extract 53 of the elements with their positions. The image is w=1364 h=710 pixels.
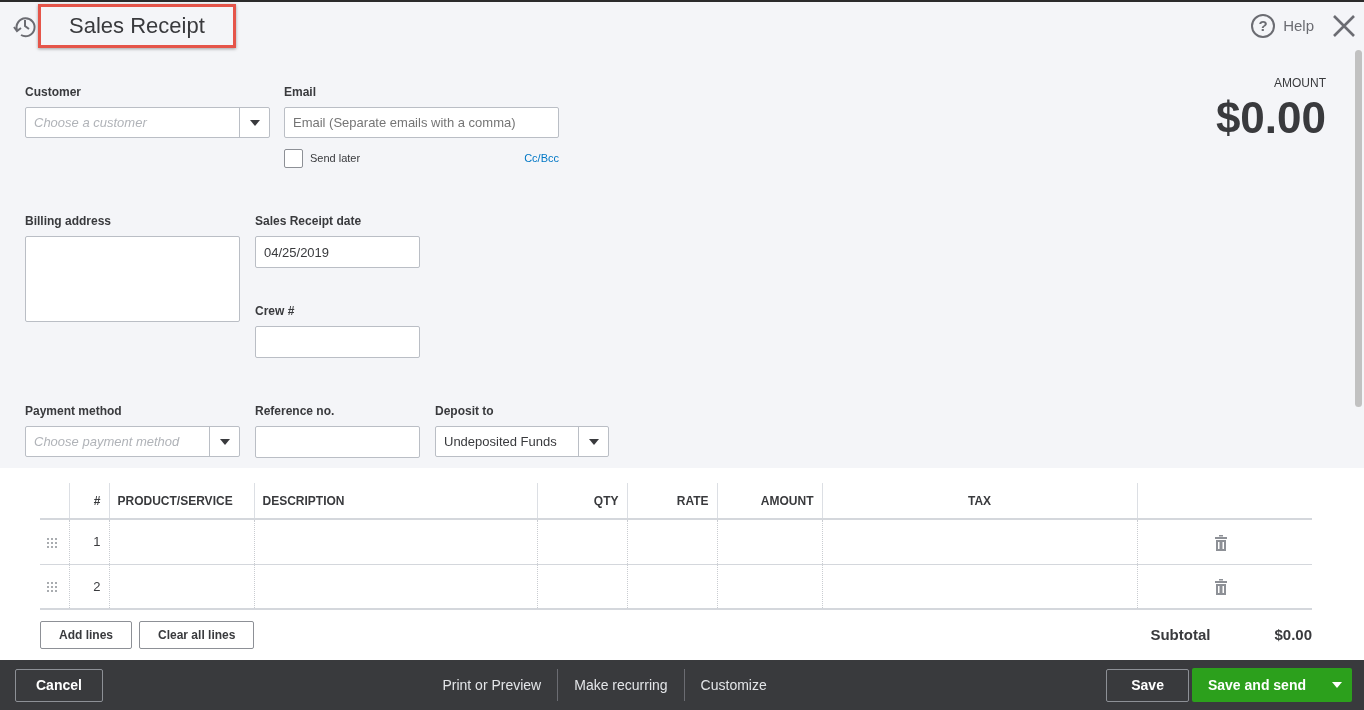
drag-handle-icon[interactable] bbox=[46, 581, 58, 594]
column-header: # bbox=[69, 483, 109, 519]
amount-label: AMOUNT bbox=[1273, 75, 1326, 92]
caret-icon bbox=[1332, 682, 1342, 688]
placeholder-text: Choose a customer bbox=[33, 113, 149, 132]
row-number: 1 bbox=[93, 534, 101, 549]
cancel-button[interactable]: Cancel bbox=[15, 668, 103, 702]
field-label: Crew # bbox=[255, 303, 296, 320]
column-header: AMOUNT bbox=[717, 483, 822, 519]
date-field[interactable]: 04/25/2019 bbox=[255, 236, 420, 268]
column-header: TAX bbox=[822, 483, 1137, 519]
email-field[interactable]: Email (Separate emails with a comma) bbox=[284, 107, 559, 138]
field-value: Undeposited Funds bbox=[443, 432, 558, 451]
help-link[interactable]: Help bbox=[1283, 14, 1314, 38]
scrollbar[interactable] bbox=[1355, 50, 1362, 407]
caret-icon bbox=[588, 438, 599, 445]
crew-field[interactable] bbox=[255, 326, 420, 358]
add-lines-button[interactable]: Add lines bbox=[40, 621, 132, 649]
subtotal-label: Subtotal bbox=[1150, 624, 1211, 645]
reference-field[interactable] bbox=[255, 426, 420, 458]
field-label: Sales Receipt date bbox=[255, 213, 363, 230]
field-label: Billing address bbox=[25, 213, 113, 230]
send-later-checkbox[interactable] bbox=[284, 149, 303, 168]
trash-icon[interactable] bbox=[1214, 534, 1227, 551]
column-header: DESCRIPTION bbox=[254, 483, 537, 519]
close-icon[interactable] bbox=[1332, 14, 1356, 39]
column-header: PRODUCT/SERVICE bbox=[109, 483, 254, 519]
checkbox-label: Send later bbox=[310, 151, 361, 167]
amount-value: $0.00 bbox=[1215, 96, 1326, 140]
page-title: Sales Receipt bbox=[38, 3, 236, 49]
drag-handle-icon[interactable] bbox=[46, 536, 58, 549]
deposit-dropdown[interactable]: Undeposited Funds bbox=[435, 426, 609, 457]
clear-lines-button[interactable]: Clear all lines bbox=[139, 621, 255, 649]
field-label: Payment method bbox=[25, 403, 123, 420]
help-icon[interactable]: ? bbox=[1251, 14, 1276, 38]
row-number: 2 bbox=[93, 578, 101, 594]
subtotal-value: $0.00 bbox=[1274, 624, 1312, 645]
footer-link[interactable]: Print or Preview bbox=[426, 674, 558, 696]
placeholder-text: Choose payment method bbox=[33, 432, 181, 451]
field-label: Customer bbox=[25, 84, 82, 101]
cc-bcc-link[interactable]: Cc/Bcc bbox=[524, 150, 559, 167]
billing-address-field[interactable] bbox=[25, 236, 240, 322]
field-label: Email bbox=[284, 84, 317, 101]
trash-icon[interactable] bbox=[1214, 579, 1227, 596]
field-label: Reference no. bbox=[255, 403, 336, 420]
save-button[interactable]: Save bbox=[1106, 668, 1189, 702]
footer-link[interactable]: Customize bbox=[684, 674, 783, 696]
caret-icon bbox=[249, 119, 260, 126]
column-header: RATE bbox=[627, 483, 717, 519]
column-header: QTY bbox=[537, 483, 627, 519]
field-label: Deposit to bbox=[435, 403, 495, 420]
caret-icon bbox=[219, 438, 230, 445]
footer-link[interactable]: Make recurring bbox=[558, 674, 684, 696]
